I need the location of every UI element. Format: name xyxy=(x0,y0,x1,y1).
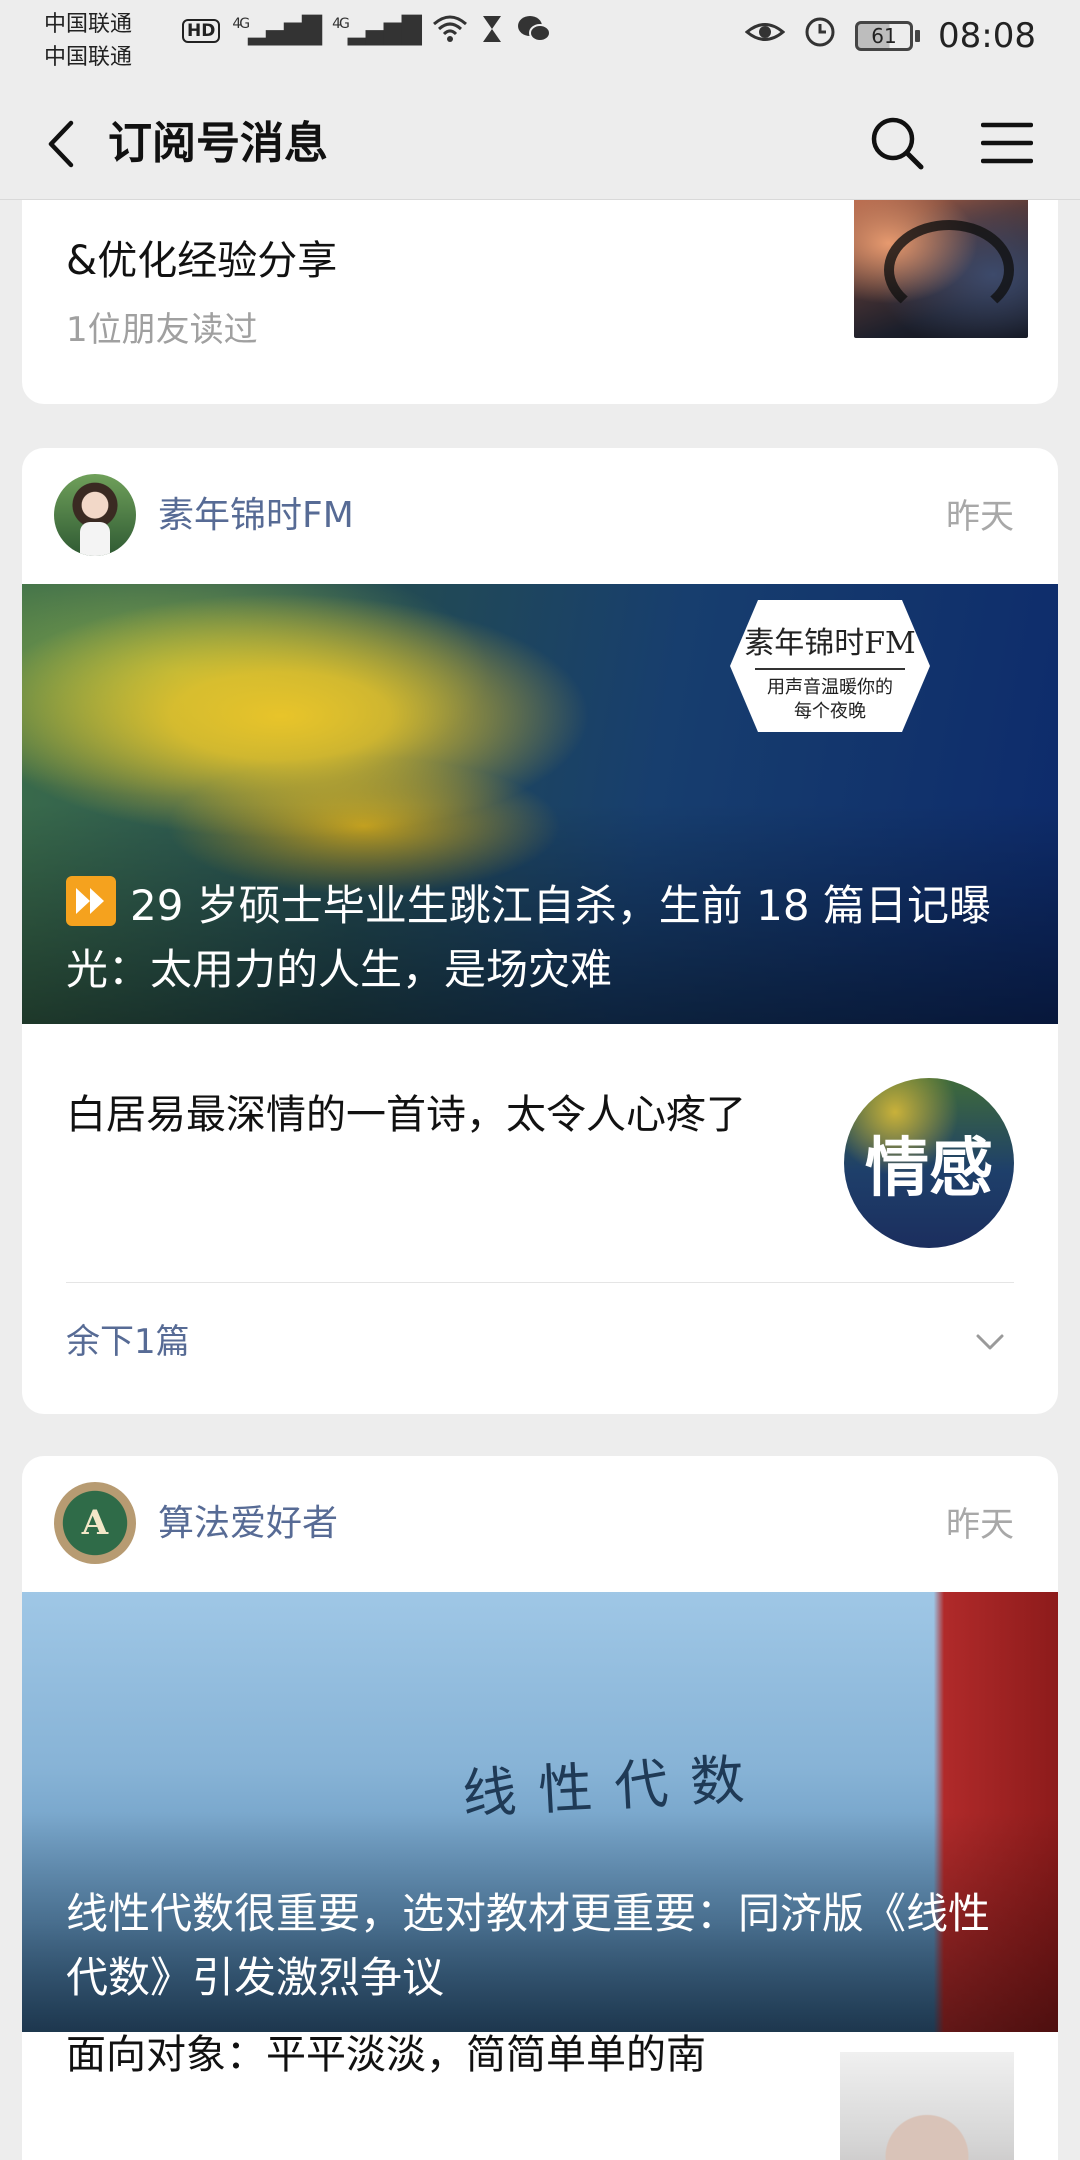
read-count: 1位朋友读过 xyxy=(66,310,258,350)
net-type-2: 4G xyxy=(332,16,350,32)
fm-logo: 素年锦时FM 用声音温暖你的 每个夜晚 xyxy=(730,600,930,732)
fm-logo-slogan-2: 每个夜晚 xyxy=(794,701,866,722)
sub-article-title[interactable]: 面向对象：平平淡淡，简简单单的南 xyxy=(66,2024,826,2086)
hero-article[interactable]: 素年锦时FM 用声音温暖你的 每个夜晚 29 岁硕士毕业生跳江自杀，生前 18 … xyxy=(22,584,1058,1024)
sub-article-thumbnail[interactable]: 情感 xyxy=(844,1078,1014,1248)
battery-icon: 61 xyxy=(855,20,921,51)
fm-logo-name: 素年锦时FM xyxy=(744,626,916,661)
status-bar: 中国联通 中国联通 HD 4G▂▄▆█ 4G▂▄▆█ 61 08:08 xyxy=(0,0,1080,88)
wifi-icon xyxy=(432,14,468,48)
post-time: 昨天 xyxy=(946,497,1014,537)
sub-article-title[interactable]: 白居易最深情的一首诗，太令人心疼了 xyxy=(66,1084,826,1146)
hamburger-icon xyxy=(981,122,1033,164)
more-articles-label[interactable]: 余下1篇 xyxy=(66,1318,190,1366)
net-type-1: 4G xyxy=(232,16,250,32)
clock-time: 08:08 xyxy=(938,15,1036,56)
sub-article-thumbnail[interactable] xyxy=(840,2052,1014,2160)
avatar[interactable]: A xyxy=(54,1482,136,1564)
account-name[interactable]: 素年锦时FM xyxy=(158,492,354,540)
account-card-sunianjinshi: 素年锦时FM 昨天 素年锦时FM 用声音温暖你的 每个夜晚 29 岁硕士毕业生跳… xyxy=(22,448,1058,1414)
status-icons-left: HD 4G▂▄▆█ 4G▂▄▆█ xyxy=(182,14,552,48)
article-thumbnail[interactable] xyxy=(854,180,1028,338)
post-time: 昨天 xyxy=(946,1505,1014,1545)
sub-article[interactable]: 白居易最深情的一首诗，太令人心疼了 情感 xyxy=(22,1024,1058,1248)
hourglass-icon xyxy=(480,14,504,48)
article-title[interactable]: &优化经验分享 xyxy=(66,230,786,292)
wechat-icon xyxy=(516,14,552,48)
account-header[interactable]: 素年锦时FM 昨天 xyxy=(22,448,1058,584)
account-header[interactable]: A 算法爱好者 昨天 xyxy=(22,1456,1058,1592)
page-title: 订阅号消息 xyxy=(108,118,328,169)
carrier-2: 中国联通 xyxy=(44,45,133,70)
avatar[interactable] xyxy=(54,474,136,556)
search-icon xyxy=(871,117,924,170)
account-name[interactable]: 算法爱好者 xyxy=(158,1500,338,1548)
divider xyxy=(66,1282,1014,1283)
hd-badge: HD xyxy=(182,19,221,43)
battery-level: 61 xyxy=(855,20,914,51)
alarm-icon xyxy=(803,14,837,57)
chevron-left-icon xyxy=(48,120,74,168)
hero-title: 29 岁硕士毕业生跳江自杀，生前 18 篇日记曝光：太用力的人生，是场灾难 xyxy=(66,874,1026,1002)
chevron-down-icon[interactable] xyxy=(972,1324,1008,1360)
fm-logo-slogan-1: 用声音温暖你的 xyxy=(767,677,893,698)
hero-article[interactable]: 线性代数 线性代数很重要，选对教材更重要：同济版《线性代数》引发激烈争议 xyxy=(22,1592,1058,2032)
hero-title: 线性代数很重要，选对教材更重要：同济版《线性代数》引发激烈争议 xyxy=(66,1889,991,2002)
carrier-info: 中国联通 中国联通 xyxy=(44,8,132,74)
signal-icon: 4G▂▄▆█ xyxy=(232,16,322,46)
nav-header: 订阅号消息 xyxy=(0,88,1080,200)
account-card-suanfa: A 算法爱好者 昨天 线性代数 线性代数很重要，选对教材更重要：同济版《线性代数… xyxy=(22,1456,1058,2160)
menu-button[interactable] xyxy=(974,110,1040,176)
hero-title-text: 29 岁硕士毕业生跳江自杀，生前 18 篇日记曝光：太用力的人生，是场灾难 xyxy=(66,881,991,994)
expand-more-row[interactable]: 余下1篇 xyxy=(22,1290,1058,1394)
back-button[interactable] xyxy=(34,116,90,172)
fast-forward-icon xyxy=(66,876,116,926)
eye-icon xyxy=(744,16,786,56)
status-icons-right: 61 08:08 xyxy=(744,14,1036,57)
search-button[interactable] xyxy=(864,110,930,176)
carrier-1: 中国联通 xyxy=(44,12,133,37)
signal-icon-2: 4G▂▄▆█ xyxy=(332,16,422,46)
